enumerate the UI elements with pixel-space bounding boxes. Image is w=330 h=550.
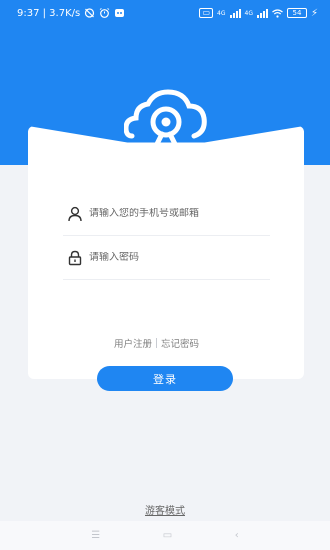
alarm-icon: [99, 8, 110, 18]
battery-icon: 54: [286, 8, 307, 18]
login-screen: 9:37 | 3.7K/s ▭ 4G 4G 54 ⚡ 请输入您的手机号或邮箱 用…: [0, 0, 330, 550]
network-type-left: 4G: [217, 9, 226, 17]
app-notification-icon: [115, 9, 125, 17]
account-field: [63, 192, 270, 236]
password-input[interactable]: [89, 252, 259, 263]
account-links: 用户注册 忘记密码: [114, 336, 199, 350]
user-icon: [68, 206, 82, 221]
wifi-icon: [272, 8, 283, 18]
status-time-speed: 9:37 | 3.7K/s: [17, 7, 81, 19]
network-type-right: 4G: [244, 9, 253, 17]
charging-icon: ⚡: [310, 7, 318, 19]
login-button[interactable]: 登录: [97, 366, 233, 391]
signal-icon-1: [229, 8, 241, 18]
password-field: [63, 236, 270, 280]
signal-icon-2: [256, 8, 268, 18]
home-icon[interactable]: ▭: [163, 530, 172, 541]
status-bar: 9:37 | 3.7K/s ▭ 4G 4G 54 ⚡: [0, 0, 330, 26]
back-icon[interactable]: ‹: [235, 530, 239, 541]
forgot-password-link[interactable]: 忘记密码: [161, 336, 199, 350]
register-link[interactable]: 用户注册: [114, 336, 152, 350]
menu-icon[interactable]: ☰: [91, 530, 100, 541]
guest-mode-link[interactable]: 游客模式: [0, 502, 330, 517]
lock-icon: [68, 250, 82, 265]
no-disturb-icon: [85, 8, 95, 18]
link-divider: [156, 338, 158, 348]
system-nav-bar: ☰ ▭ ‹: [0, 521, 330, 550]
account-input[interactable]: [89, 208, 259, 219]
battery-level: 54: [292, 9, 302, 17]
vibrate-icon: ▭: [199, 8, 214, 18]
